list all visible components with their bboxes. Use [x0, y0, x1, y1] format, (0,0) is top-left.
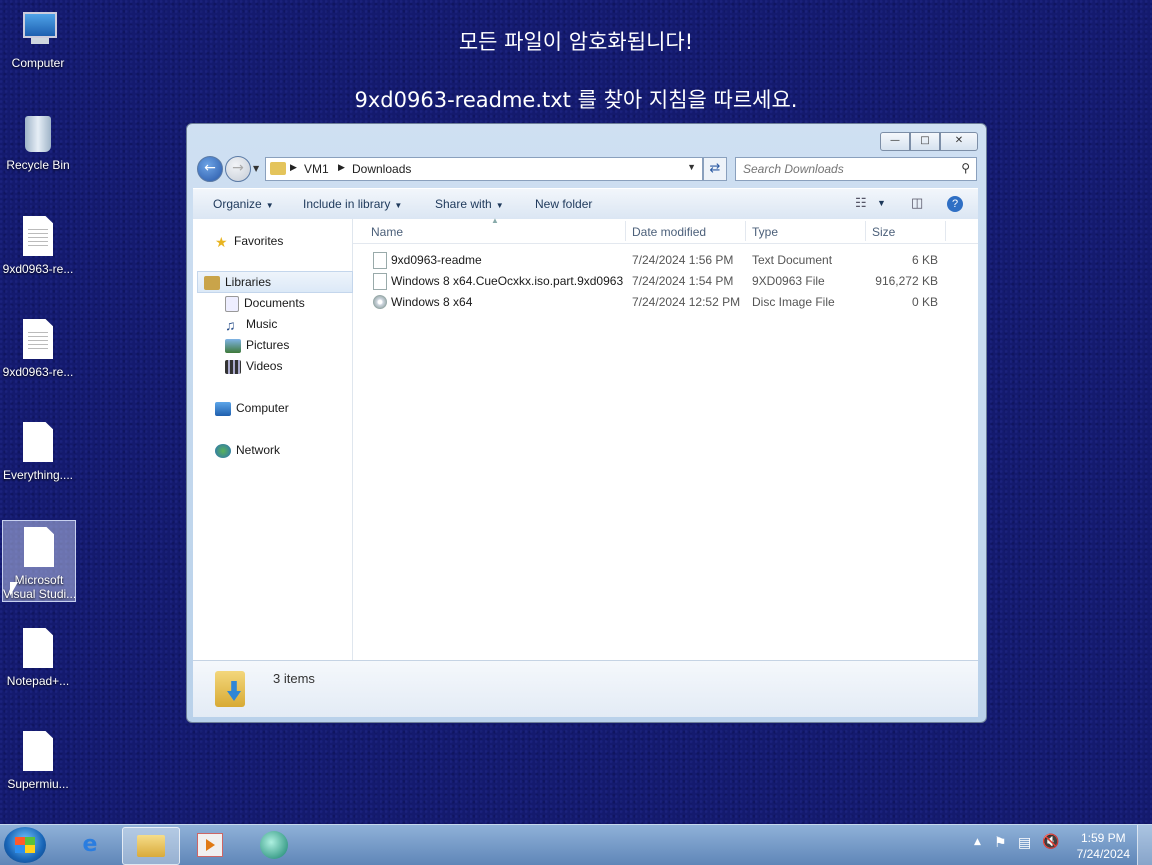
videos-icon [225, 359, 241, 374]
network-icon [215, 443, 231, 458]
sort-arrow-icon: ▲ [491, 216, 499, 225]
include-in-library-button[interactable]: Include in library ▼ [303, 197, 402, 211]
breadcrumb-arrow-icon[interactable]: ▶ [290, 162, 297, 173]
item-count: 3 items [273, 671, 315, 686]
internet-explorer-icon[interactable]: e [62, 827, 118, 863]
desktop-icon-computer[interactable]: Computer [2, 4, 74, 86]
app-taskbar-icon[interactable] [246, 827, 302, 863]
desktop-icon-everything[interactable]: Everything.... [2, 416, 74, 498]
media-player-icon[interactable] [182, 827, 238, 863]
desktop-icon-supermium[interactable]: Supermiu... [2, 725, 74, 807]
command-bar: Organize ▼ Include in library ▼ Share with… [193, 188, 978, 220]
music-icon: ♫ [225, 316, 236, 333]
ransom-message-title: 모든 파일이 암호화됩니다! [458, 30, 694, 54]
organize-button[interactable]: Organize ▼ [213, 197, 274, 211]
desktop-icon-notepad-plus[interactable]: Notepad+... [2, 622, 74, 704]
downloads-folder-icon [215, 667, 249, 709]
nav-computer[interactable]: Computer [215, 398, 289, 418]
show-desktop-button[interactable] [1137, 825, 1152, 865]
breadcrumb-vm1[interactable]: VM1 [304, 162, 329, 176]
breadcrumb-arrow-icon[interactable]: ▶ [338, 162, 345, 173]
details-pane: 3 items [193, 660, 978, 717]
documents-icon [225, 295, 239, 312]
disc-image-icon [373, 295, 387, 309]
maximize-button[interactable]: □ [910, 132, 940, 151]
column-date-modified[interactable]: Date modified [632, 225, 706, 239]
refresh-button[interactable]: ⇄ [703, 157, 727, 181]
volume-muted-icon[interactable]: 🔇 [1042, 834, 1059, 850]
file-row[interactable]: Windows 8 x64.CueOcxkx.iso.part.9xd0963 … [353, 270, 978, 291]
navigation-bar: ← → ▼ ▶ VM1 ▶ Downloads ▼ ⇄ ⚲ [195, 154, 977, 184]
text-file-icon [23, 319, 53, 359]
file-row[interactable]: Windows 8 x64 7/24/2024 12:52 PM Disc Im… [353, 291, 978, 312]
view-options-icon[interactable]: ☷ [855, 195, 867, 211]
file-row[interactable]: 9xd0963-readme 7/24/2024 1:56 PM Text Do… [353, 249, 978, 270]
search-box[interactable]: ⚲ [735, 157, 977, 181]
recent-pages-chevron-icon[interactable]: ▼ [253, 164, 259, 173]
nav-libraries[interactable]: Libraries [197, 271, 353, 293]
text-file-icon [373, 252, 387, 269]
folder-icon [270, 162, 286, 175]
address-bar[interactable]: ▶ VM1 ▶ Downloads ▼ [265, 157, 703, 181]
clock[interactable]: 1:59 PM 7/24/2024 [1077, 830, 1130, 862]
desktop-icon-readme-2[interactable]: 9xd0963-re... [2, 313, 74, 395]
star-icon: ★ [215, 233, 228, 250]
taskbar: e ▲ ⚑ ▤ 🔇 1:59 PM 7/24/2024 [0, 824, 1152, 865]
computer-icon [19, 10, 57, 54]
column-headers: Name ▲ Date modified Type Size [353, 216, 978, 244]
help-icon[interactable]: ? [947, 196, 963, 212]
share-with-button[interactable]: Share with ▼ [435, 197, 504, 211]
explorer-window: — □ ✕ ← → ▼ ▶ VM1 ▶ Downloads ▼ ⇄ ⚲ Orga… [186, 123, 987, 723]
file-icon [373, 273, 387, 290]
file-icon [24, 527, 54, 567]
minimize-button[interactable]: — [880, 132, 910, 151]
explorer-taskbar-button[interactable] [122, 827, 180, 865]
desktop-icon-readme-1[interactable]: 9xd0963-re... [2, 210, 74, 292]
window-controls: — □ ✕ [880, 132, 978, 151]
windows-logo-icon [15, 837, 35, 853]
recycle-bin-icon [19, 112, 57, 156]
column-name[interactable]: Name [371, 225, 403, 239]
nav-network[interactable]: Network [215, 440, 280, 460]
back-button[interactable]: ← [197, 156, 223, 182]
pictures-icon [225, 338, 241, 353]
view-dropdown-icon[interactable]: ▼ [877, 198, 886, 208]
file-icon [23, 628, 53, 668]
search-icon[interactable]: ⚲ [961, 161, 970, 175]
action-center-flag-icon[interactable]: ⚑ [994, 835, 1007, 851]
column-size[interactable]: Size [872, 225, 895, 239]
mouse-cursor-icon [10, 582, 18, 596]
network-tray-icon[interactable]: ▤ [1018, 835, 1031, 851]
search-input[interactable] [736, 158, 953, 179]
column-type[interactable]: Type [752, 225, 778, 239]
address-dropdown-icon[interactable]: ▼ [687, 162, 696, 172]
computer-icon [215, 401, 231, 416]
nav-documents[interactable]: Documents [225, 293, 305, 313]
preview-pane-icon[interactable]: ◫ [911, 195, 923, 211]
ransom-message-instruction: 9xd0963-readme.txt 를 찾아 지침을 따르세요. [354, 88, 798, 112]
libraries-icon [204, 275, 220, 290]
text-file-icon [23, 216, 53, 256]
nav-pictures[interactable]: Pictures [225, 335, 289, 355]
forward-button[interactable]: → [225, 156, 251, 182]
navigation-pane: ★ Favorites Libraries Documents ♫ Music Pi… [193, 219, 353, 660]
nav-music[interactable]: ♫ Music [225, 314, 277, 334]
new-folder-button[interactable]: New folder [535, 197, 592, 211]
close-button[interactable]: ✕ [940, 132, 978, 151]
nav-favorites[interactable]: ★ Favorites [215, 231, 283, 251]
start-button[interactable] [4, 827, 46, 863]
file-icon [23, 422, 53, 462]
file-icon [23, 731, 53, 771]
desktop-icon-recycle-bin[interactable]: Recycle Bin [2, 106, 74, 188]
nav-videos[interactable]: Videos [225, 356, 282, 376]
folder-icon [137, 835, 165, 857]
file-list: Name ▲ Date modified Type Size 9xd0963-r… [353, 216, 978, 660]
breadcrumb-downloads[interactable]: Downloads [352, 162, 411, 176]
show-hidden-icons-icon[interactable]: ▲ [974, 837, 981, 847]
